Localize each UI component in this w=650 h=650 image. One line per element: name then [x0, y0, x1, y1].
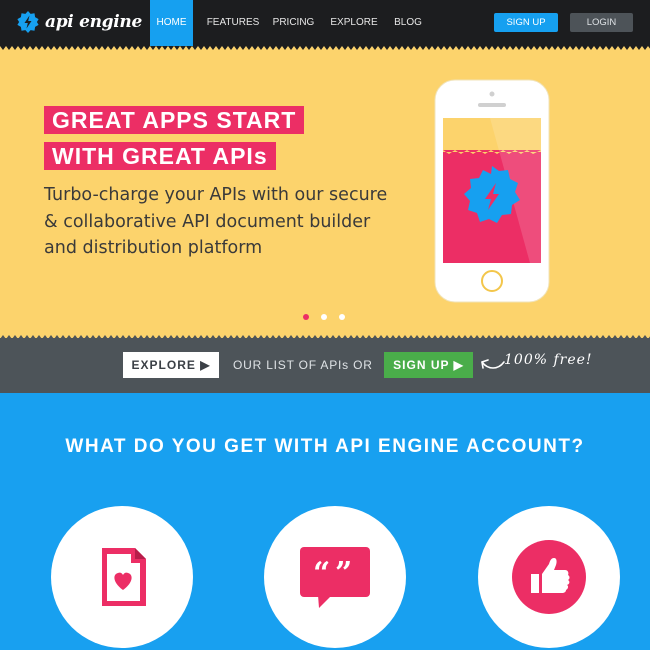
nav-item-blog[interactable]: BLOG	[390, 0, 426, 46]
cta-bar: EXPLORE ▶ OUR LIST OF APIs OR SIGN UP ▶ …	[0, 338, 650, 393]
free-note: 100% free!	[504, 352, 593, 368]
cta-middle-text: OUR LIST OF APIs OR	[233, 358, 373, 372]
hero-top-zigzag	[0, 46, 650, 52]
feature-circle-quote: “ ”	[264, 506, 406, 648]
feature-circle-thumbs	[478, 506, 620, 648]
hero-subtitle: Turbo-charge your APIs with our secure &…	[44, 185, 388, 258]
svg-text:“: “	[313, 556, 330, 591]
carousel-dot-2[interactable]	[321, 314, 327, 320]
carousel-dots	[303, 314, 345, 320]
features-title: WHAT DO YOU GET WITH API ENGINE ACCOUNT?	[65, 436, 585, 457]
cta-signup-button[interactable]: SIGN UP ▶	[384, 352, 473, 378]
nav-item-home[interactable]: HOME	[150, 0, 193, 46]
hero-headline-line2: WITH GREAT APIs	[44, 142, 276, 170]
hero-headline-line1: GREAT APPS START	[44, 106, 305, 134]
top-nav: api engine HOME FEATURES PRICING EXPLORE…	[0, 0, 650, 46]
login-button[interactable]: LOGIN	[570, 13, 633, 32]
quote-bubble-icon: “ ”	[300, 547, 370, 608]
curved-arrow-icon	[481, 359, 505, 369]
brand-logo[interactable]: api engine	[17, 11, 142, 33]
svg-text:”: ”	[335, 556, 352, 591]
nav-item-explore[interactable]: EXPLORE	[327, 0, 381, 46]
hero-bottom-zigzag	[0, 333, 650, 339]
carousel-dot-1[interactable]	[303, 314, 309, 320]
brand-name: api engine	[45, 12, 142, 32]
thumbs-up-icon	[512, 540, 586, 614]
nav-item-features[interactable]: FEATURES	[203, 0, 263, 46]
feature-circle-document	[51, 506, 193, 648]
document-heart-icon	[102, 548, 146, 606]
explore-button[interactable]: EXPLORE ▶	[123, 352, 219, 378]
phone-illustration	[434, 79, 550, 303]
signup-button[interactable]: SIGN UP	[494, 13, 558, 32]
carousel-dot-3[interactable]	[339, 314, 345, 320]
lightning-badge-icon	[17, 11, 39, 33]
nav-item-pricing[interactable]: PRICING	[270, 0, 317, 46]
